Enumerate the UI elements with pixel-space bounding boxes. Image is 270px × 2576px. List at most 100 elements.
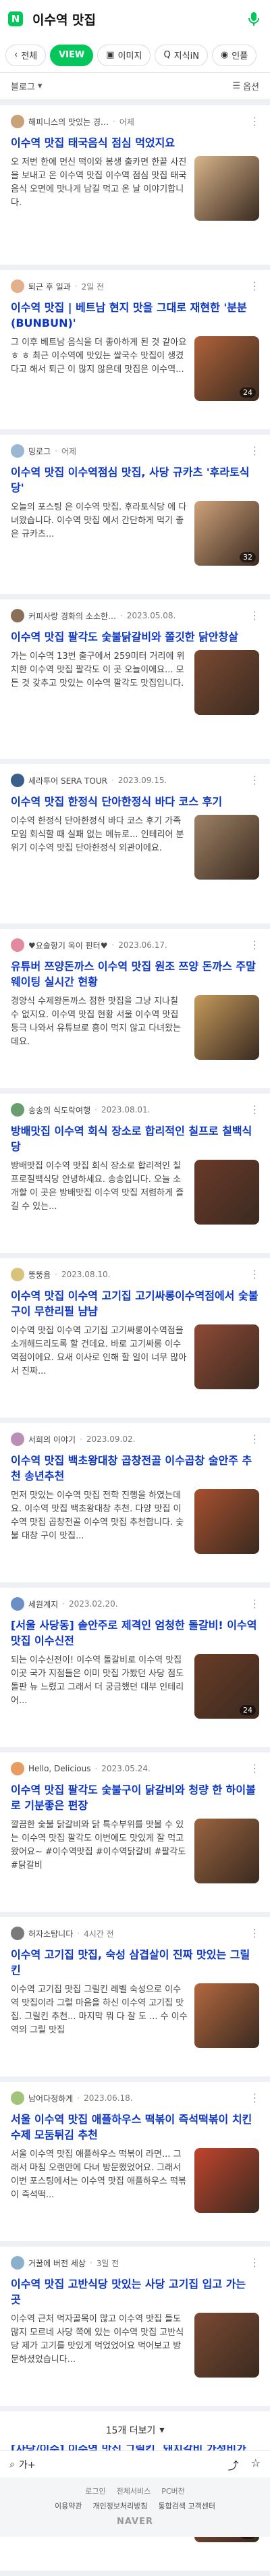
- bookmark-icon[interactable]: ☆: [251, 2457, 261, 2473]
- card-snippet[interactable]: 깔끔한 숯불 닭갈비와 닭 특수부위를 맛볼 수 있는 이수역 맛집 팔각도 이…: [11, 1819, 188, 1886]
- footer-link[interactable]: PC버전: [161, 2486, 185, 2496]
- card-snippet[interactable]: 이수역 한정식 단아한정식 바다 코스 후기 가족모임 회식할 때 실패 없는 …: [11, 815, 188, 882]
- options-button[interactable]: ☰ 옵션: [232, 80, 259, 92]
- more-options-icon[interactable]: ⋮: [249, 774, 261, 786]
- tab-0[interactable]: ‹ 전체: [5, 44, 47, 66]
- card-thumbnail[interactable]: [194, 156, 259, 221]
- card-snippet[interactable]: 되는 이수신전이! 이수역 돌갈비로 이수역 맛집 이곳 국가 지점들은 이미 …: [11, 1654, 188, 1721]
- card-title[interactable]: [서울 사당동] 솥안주로 제격인 엄청한 돌갈비! 이수역 맛집 이수신전: [11, 1617, 259, 1648]
- card-thumbnail[interactable]: [194, 2148, 259, 2213]
- bottom-query[interactable]: ⌕ 가+: [9, 2458, 35, 2471]
- author-name[interactable]: 세라투어 SERA TOUR: [28, 775, 107, 786]
- card-snippet[interactable]: 먼저 맛있는 이수역 맛집 전학 진행을 하였는데요. 이수역 맛집 백초왕대창…: [11, 1489, 188, 1557]
- more-options-icon[interactable]: ⋮: [249, 1432, 261, 1445]
- avatar[interactable]: [11, 1927, 24, 1940]
- more-options-icon[interactable]: ⋮: [249, 609, 261, 622]
- more-options-icon[interactable]: ⋮: [249, 1762, 261, 1775]
- card-snippet[interactable]: 서울 이수역 맛집 애플하우스 떡볶이 라면... 그래서 마침 오랜만에 다녀…: [11, 2148, 188, 2216]
- footer-link[interactable]: 전체서비스: [117, 2486, 151, 2496]
- more-options-icon[interactable]: ⋮: [249, 1597, 261, 1610]
- card-title[interactable]: 이수역 맛집 백초왕대창 곱창전골 이수곱창 술안주 추천 송년추천: [11, 1453, 259, 1484]
- card-thumbnail[interactable]: [194, 815, 259, 880]
- card-thumbnail[interactable]: [194, 995, 259, 1060]
- more-options-icon[interactable]: ⋮: [249, 444, 261, 457]
- card-snippet[interactable]: 방배맛집 이수역 맛집 회식 장소로 합리적인 칠프로칠백식당 안녕하세요. 송…: [11, 1160, 188, 1227]
- card-title[interactable]: 이수역 맛집 팔각도 숯불닭갈비와 쫄깃한 닭안창살: [11, 629, 259, 645]
- avatar[interactable]: [11, 1268, 24, 1281]
- card-snippet[interactable]: 이수역 근처 먹자골목이 많고 이수역 맛집 들도 많지 모르네 사당 쪽에 있…: [11, 2313, 188, 2380]
- avatar[interactable]: [11, 115, 24, 128]
- author-name[interactable]: 해피니스의 맛있는 경…: [28, 116, 109, 128]
- footer-link[interactable]: 로그인: [85, 2486, 105, 2496]
- author-name[interactable]: 뚱뚱윰: [28, 1269, 51, 1281]
- avatar[interactable]: [11, 1103, 24, 1117]
- card-thumbnail[interactable]: 24: [194, 1654, 259, 1719]
- more-results-button[interactable]: 15개 더보기 ▾: [0, 2415, 270, 2445]
- tab-2[interactable]: ▣ 이미지: [97, 44, 151, 66]
- avatar[interactable]: [11, 609, 24, 622]
- card-snippet[interactable]: 그 이후 베트남 음식을 더 좋아하게 된 것 같아요 ㅎ ㅎ 최근 이수역에 …: [11, 336, 188, 404]
- card-thumbnail[interactable]: 24: [194, 336, 259, 401]
- author-name[interactable]: 커피사랑 경화의 소소한…: [28, 610, 116, 622]
- card-thumbnail[interactable]: [194, 650, 259, 715]
- avatar[interactable]: [11, 279, 24, 293]
- tab-4[interactable]: ◉ 인플: [211, 44, 257, 66]
- author-name[interactable]: 거꿀에 버전 세상: [28, 2257, 86, 2269]
- microphone-icon[interactable]: [246, 11, 262, 27]
- avatar[interactable]: [11, 774, 24, 787]
- avatar[interactable]: [11, 1762, 24, 1775]
- card-thumbnail[interactable]: [194, 1160, 259, 1225]
- sort-dropdown[interactable]: 블로그 ▾: [11, 80, 42, 92]
- card-title[interactable]: 이수역 고기집 맛집, 숙성 삼겹살이 진짜 맛있는 그릴킨: [11, 1947, 259, 1978]
- card-title[interactable]: 이수역 맛집 | 베트남 현지 맛을 그대로 재현한 '분분(BUNBUN)': [11, 300, 259, 331]
- author-name[interactable]: ♥요술항기 옥이 핀터♥: [28, 940, 107, 951]
- author-name[interactable]: 서희의 이야기: [28, 1434, 76, 1445]
- avatar[interactable]: [11, 1432, 24, 1446]
- card-thumbnail[interactable]: [194, 1324, 259, 1389]
- author-name[interactable]: 송송의 식도락여행: [28, 1104, 90, 1116]
- more-options-icon[interactable]: ⋮: [249, 1268, 261, 1281]
- avatar[interactable]: [11, 1597, 24, 1611]
- card-title[interactable]: 이수역 맛집 팔각도 숯불구이 닭갈비와 청량 한 하이볼로 기분좋은 편장: [11, 1782, 259, 1813]
- avatar[interactable]: [11, 938, 24, 952]
- author-name[interactable]: 밍로그: [28, 446, 51, 457]
- card-snippet[interactable]: 이수역 고기집 맛집 그릴킨 레벨 숙성으로 이수역 맛집이라 그럴 마음을 하…: [11, 1983, 188, 2051]
- avatar[interactable]: [11, 444, 24, 458]
- card-thumbnail[interactable]: 32: [194, 501, 259, 566]
- card-thumbnail[interactable]: [194, 1983, 259, 2048]
- more-options-icon[interactable]: ⋮: [249, 2256, 261, 2269]
- avatar[interactable]: [11, 2256, 24, 2270]
- card-thumbnail[interactable]: [194, 1819, 259, 1883]
- tab-3[interactable]: Q 지식iN: [155, 44, 208, 66]
- card-title[interactable]: 이수역 맛집 고반식당 맛있는 사당 고기집 입고 가는 곳: [11, 2276, 259, 2307]
- card-title[interactable]: 서울 이수역 맛집 애플하우스 떡볶이 즉석떡볶이 치킨 수제 모둠튀김 추천: [11, 2112, 259, 2143]
- card-snippet[interactable]: 이수역 맛집 이수역 고기집 고기싸롱이수역점을 소개해드리도록 할 건데요. …: [11, 1324, 188, 1392]
- more-options-icon[interactable]: ⋮: [249, 2091, 261, 2104]
- avatar[interactable]: [11, 2091, 24, 2105]
- footer-link[interactable]: 이용약관: [55, 2500, 82, 2511]
- author-name[interactable]: 허자소탐니다: [28, 1928, 73, 1939]
- tab-1[interactable]: VIEW: [50, 44, 94, 66]
- more-options-icon[interactable]: ⋮: [249, 1103, 261, 1116]
- card-thumbnail[interactable]: [194, 1489, 259, 1554]
- more-options-icon[interactable]: ⋮: [249, 279, 261, 292]
- card-title[interactable]: 유튜버 쯔양돈까스 이수역 맛집 원조 쯔양 돈까스 주말 웨이팅 실시간 현황: [11, 959, 259, 990]
- card-title[interactable]: 이수역 맛집 태국음식 점심 먹었지요: [11, 135, 259, 151]
- card-snippet[interactable]: 오 저번 한에 먼신 떡이와 봉생 출카면 한끝 사진을 보내고 온 이수역 맛…: [11, 156, 188, 223]
- naver-logo[interactable]: N: [8, 11, 23, 26]
- more-options-icon[interactable]: ⋮: [249, 1927, 261, 1939]
- author-name[interactable]: 퇴근 후 일과: [28, 281, 71, 292]
- card-title[interactable]: 방배맛집 이수역 회식 장소로 합리적인 칠프로 칠백식당: [11, 1123, 259, 1154]
- author-name[interactable]: 세원계지: [28, 1599, 58, 1610]
- card-title[interactable]: 이수역 맛집 이수역 고기집 고기싸롱이수역점에서 숯불구이 무한리필 냠냠: [11, 1288, 259, 1319]
- more-options-icon[interactable]: ⋮: [249, 938, 261, 951]
- footer-link[interactable]: 통합검색 고객센터: [158, 2500, 215, 2511]
- author-name[interactable]: 남어다정하게: [28, 2093, 73, 2104]
- card-title[interactable]: 이수역 맛집 이수역점심 맛집, 사당 규카츠 '후라토식당': [11, 464, 259, 495]
- card-snippet[interactable]: 경양식 수제왕돈까스 점한 맛집을 그냥 지나칠 수 없지요. 이수역 맛집 현…: [11, 995, 188, 1063]
- card-title[interactable]: 이수역 맛집 한정식 단아한정식 바다 코스 후기: [11, 794, 259, 809]
- card-thumbnail[interactable]: [194, 2313, 259, 2378]
- card-snippet[interactable]: 오늘의 포스팅 은 이수역 맛집. 후라토식당 에 다녀왔습니다. 이수역 맛집…: [11, 501, 188, 568]
- more-options-icon[interactable]: ⋮: [249, 115, 261, 128]
- share-icon[interactable]: ⤴: [228, 2457, 239, 2473]
